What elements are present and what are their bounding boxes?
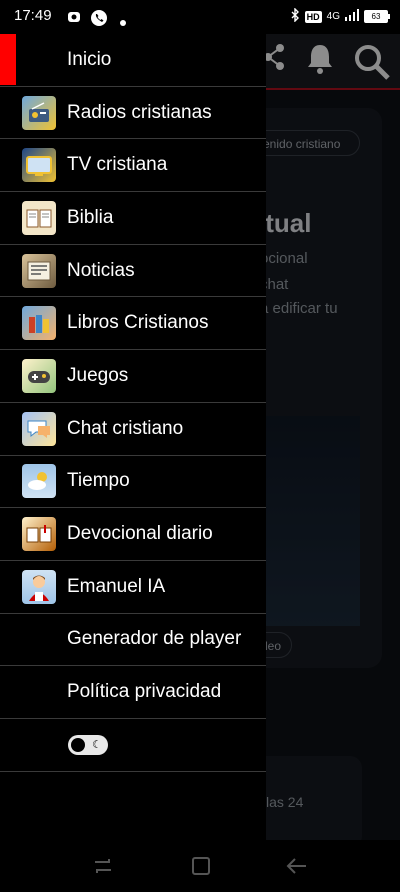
home-button-icon[interactable] — [190, 855, 212, 882]
menu-item-label: Generador de player — [67, 628, 242, 650]
moon-icon: ☾ — [92, 738, 102, 751]
toggle-knob — [71, 737, 85, 752]
theme-toggle-row: ☾ — [0, 719, 266, 772]
status-bar: 17:49 HD 4G 63 — [0, 0, 400, 34]
menu-item-juegos[interactable]: Juegos — [0, 350, 266, 403]
menu-item-label: Libros Cristianos — [67, 312, 209, 334]
system-nav-bar — [0, 840, 400, 892]
menu-item-label: Juegos — [67, 364, 129, 386]
theme-toggle[interactable]: ☾ — [68, 734, 108, 755]
menu-item-label: Noticias — [67, 259, 135, 281]
network-label: 4G — [326, 11, 340, 22]
menu-item-label: Chat cristiano — [67, 417, 184, 439]
tv-icon — [22, 148, 56, 183]
menu-item-noticias[interactable]: Noticias — [0, 245, 266, 298]
weather-icon — [22, 464, 56, 499]
menu-item-libros[interactable]: Libros Cristianos — [0, 297, 266, 351]
screen-record-icon — [66, 9, 82, 30]
menu-item-inicio[interactable]: Inicio — [0, 34, 266, 87]
menu-item-label: TV cristiana — [67, 154, 168, 176]
devotional-icon — [22, 517, 56, 552]
signal-icon — [345, 9, 359, 24]
menu-item-label: Inicio — [67, 48, 112, 70]
menu-item-label: Tiempo — [67, 470, 130, 492]
news-icon — [22, 253, 56, 288]
hd-badge: HD — [304, 10, 322, 23]
battery-icon: 63 — [364, 10, 390, 23]
emanuel-icon — [22, 569, 56, 604]
notification-dot-icon — [120, 13, 126, 31]
recents-icon[interactable] — [92, 855, 114, 882]
menu-item-label: Emanuel IA — [67, 575, 166, 597]
status-time: 17:49 — [14, 7, 52, 24]
menu-item-generador[interactable]: Generador de player — [0, 614, 266, 667]
menu-item-label: Radios cristianas — [67, 101, 212, 123]
chat-icon — [22, 411, 56, 446]
battery-level: 63 — [371, 12, 381, 21]
menu-item-devocional[interactable]: Devocional diario — [0, 508, 266, 561]
menu-item-politica[interactable]: Política privacidad — [0, 666, 266, 719]
menu-item-label: Devocional diario — [67, 523, 213, 545]
whatsapp-icon — [90, 9, 108, 32]
games-icon — [22, 358, 56, 393]
active-indicator — [0, 34, 16, 85]
menu-item-tv[interactable]: TV cristiana — [0, 139, 266, 193]
menu-item-label: Política privacidad — [67, 681, 222, 703]
menu-item-radios[interactable]: Radios cristianas — [0, 87, 266, 140]
books-icon — [22, 306, 56, 341]
bible-icon — [22, 200, 56, 235]
menu-item-emanuel[interactable]: Emanuel IA — [0, 561, 266, 614]
menu-item-chat[interactable]: Chat cristiano — [0, 403, 266, 456]
navigation-drawer: Inicio Radios cristianas TV cristiana Bi… — [0, 34, 266, 840]
menu-item-biblia[interactable]: Biblia — [0, 192, 266, 245]
menu-item-label: Biblia — [67, 206, 114, 228]
bluetooth-icon — [290, 7, 300, 25]
menu-item-tiempo[interactable]: Tiempo — [0, 456, 266, 509]
back-icon[interactable] — [284, 855, 308, 882]
radio-icon — [22, 95, 56, 130]
